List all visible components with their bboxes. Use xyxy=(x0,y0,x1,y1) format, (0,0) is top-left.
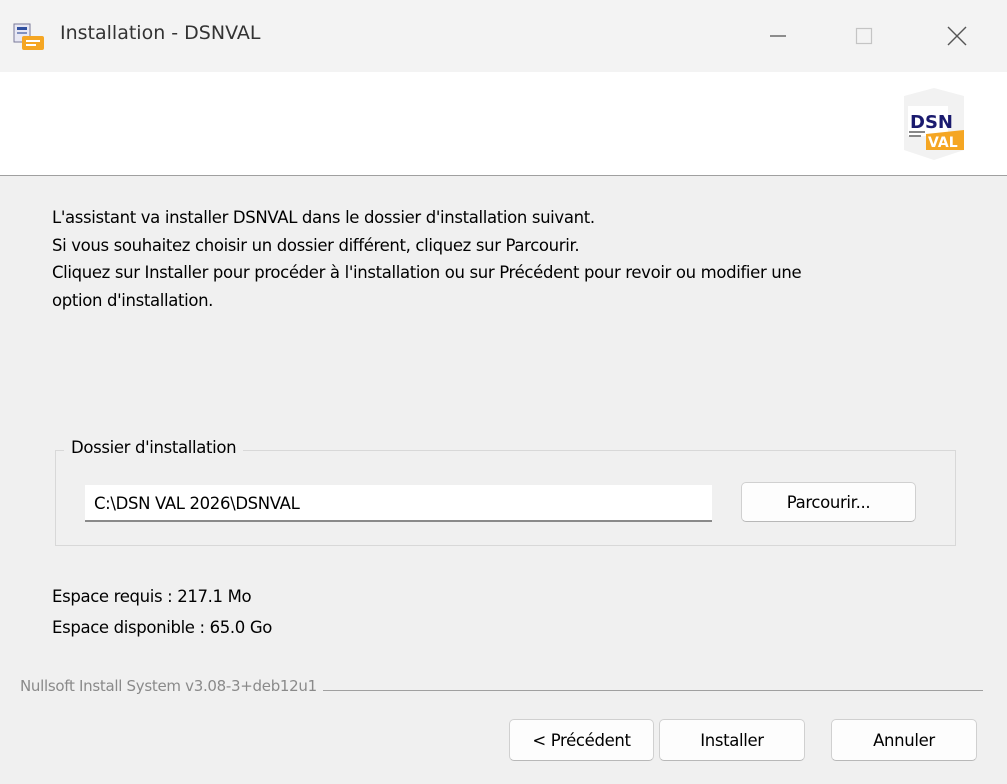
window-title: Installation - DSNVAL xyxy=(60,22,261,44)
intro-line: L'assistant va installer DSNVAL dans le … xyxy=(52,208,595,227)
installer-window: Installation - DSNVAL DSN VAL L'assistan… xyxy=(0,0,1007,784)
title-bar[interactable]: Installation - DSNVAL xyxy=(0,0,1007,72)
intro-text: L'assistant va installer DSNVAL dans le … xyxy=(52,204,972,314)
install-path-input[interactable] xyxy=(85,485,712,522)
close-icon[interactable] xyxy=(928,14,984,58)
maximize-icon[interactable] xyxy=(836,14,892,58)
intro-line: Si vous souhaitez choisir un dossier dif… xyxy=(52,235,580,255)
minimize-icon[interactable] xyxy=(750,14,806,58)
intro-line: Cliquez sur Installer pour procéder à l'… xyxy=(52,263,802,282)
space-required: Espace requis : 217.1 Mo xyxy=(52,587,252,606)
browse-button[interactable]: Parcourir... xyxy=(741,482,916,522)
app-icon xyxy=(13,23,44,50)
logo-text-top: DSN xyxy=(910,112,953,133)
logo-text-bottom: VAL xyxy=(928,135,958,151)
intro-line: option d'installation. xyxy=(52,290,214,310)
branding-text: Nullsoft Install System v3.08-3+deb12u1 xyxy=(20,677,323,695)
cancel-button[interactable]: Annuler xyxy=(831,719,977,761)
dsnval-logo: DSN VAL xyxy=(904,88,964,160)
wizard-header: DSN VAL xyxy=(0,72,1007,176)
install-folder-label: Dossier d'installation xyxy=(64,438,244,457)
install-button[interactable]: Installer xyxy=(659,719,805,761)
back-button[interactable]: < Précédent xyxy=(509,719,654,761)
space-available: Espace disponible : 65.0 Go xyxy=(52,618,273,637)
